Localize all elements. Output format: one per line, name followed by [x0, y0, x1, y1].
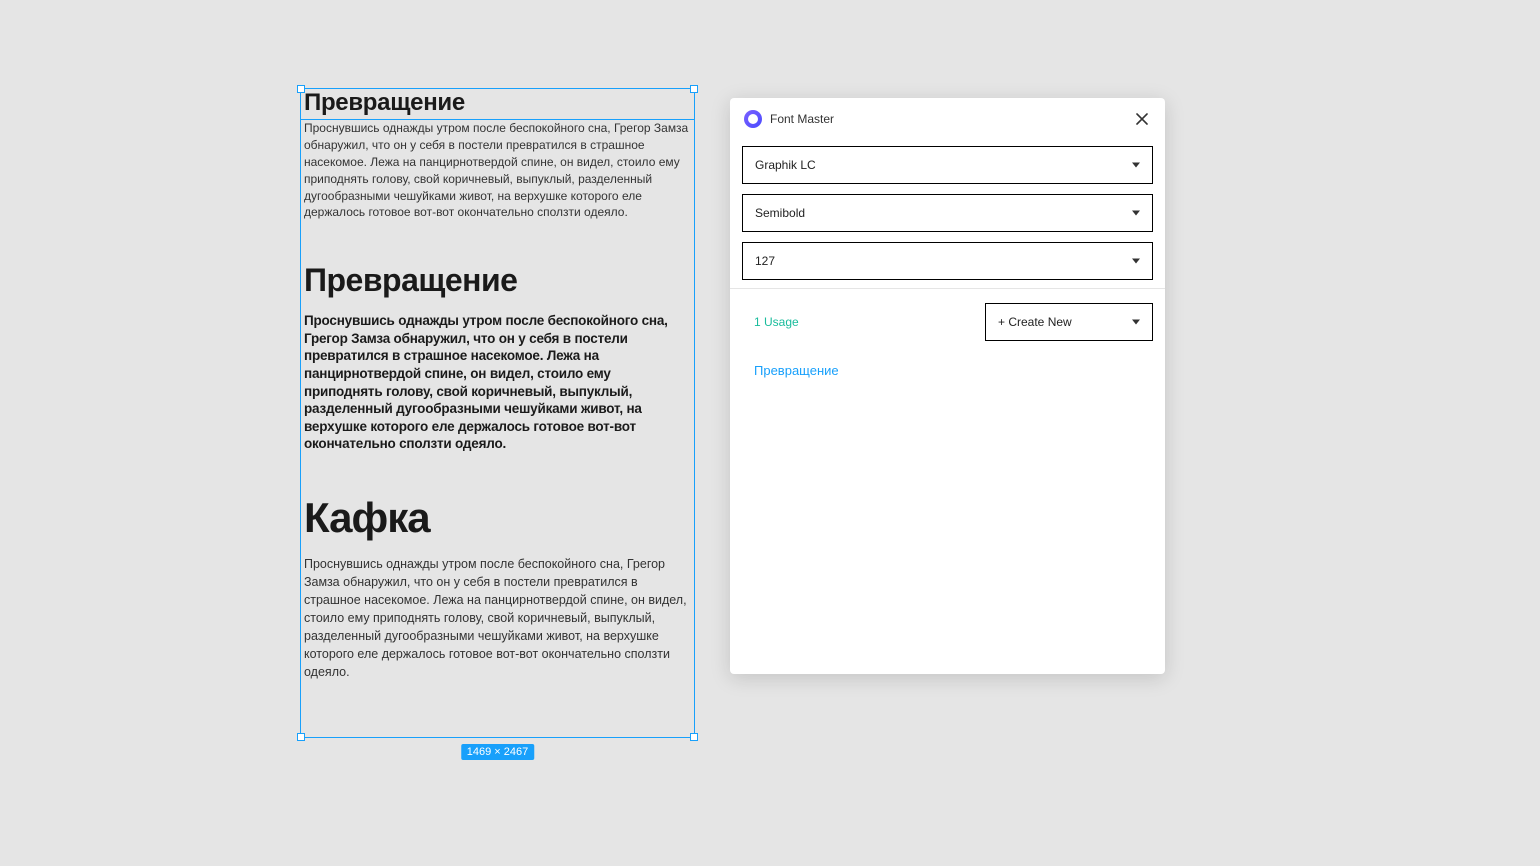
panel-body: Graphik LC Semibold 127 [730, 140, 1165, 280]
create-new-label: + Create New [998, 315, 1072, 329]
canvas-selection-frame[interactable]: Превращение Проснувшись однажды утром по… [300, 88, 695, 738]
chevron-down-icon [1132, 320, 1140, 325]
create-new-dropdown[interactable]: + Create New [985, 303, 1153, 341]
usage-count-label: 1 Usage [742, 315, 799, 329]
chevron-down-icon [1132, 211, 1140, 216]
chevron-down-icon [1132, 163, 1140, 168]
font-family-dropdown[interactable]: Graphik LC [742, 146, 1153, 184]
panel-title: Font Master [770, 112, 1125, 126]
close-button[interactable] [1133, 110, 1151, 128]
font-weight-dropdown[interactable]: Semibold [742, 194, 1153, 232]
text-block-2-body[interactable]: Проснувшись однажды утром после беспокой… [304, 312, 691, 452]
text-block-2-title[interactable]: Превращение [304, 263, 691, 298]
panel-header: Font Master [730, 98, 1165, 140]
text-block-3-body[interactable]: Проснувшись однажды утром после беспокой… [304, 555, 691, 682]
dimensions-badge: 1469 × 2467 [461, 744, 534, 760]
plugin-logo-icon [744, 110, 762, 128]
font-family-value: Graphik LC [755, 158, 816, 172]
font-size-dropdown[interactable]: 127 [742, 242, 1153, 280]
text-block-1-title[interactable]: Превращение [304, 90, 691, 116]
chevron-down-icon [1132, 259, 1140, 264]
close-icon [1135, 112, 1149, 126]
font-weight-value: Semibold [755, 206, 805, 220]
text-block-1-body[interactable]: Проснувшись однажды утром после беспокой… [304, 120, 691, 221]
canvas-content: Превращение Проснувшись однажды утром по… [300, 88, 695, 738]
text-block-3-title[interactable]: Кафка [304, 497, 691, 539]
font-master-panel: Font Master Graphik LC Semibold 127 1 Us… [730, 98, 1165, 674]
usage-list-item[interactable]: Превращение [730, 349, 1165, 392]
font-size-value: 127 [755, 254, 775, 268]
usage-row: 1 Usage + Create New [730, 288, 1165, 349]
